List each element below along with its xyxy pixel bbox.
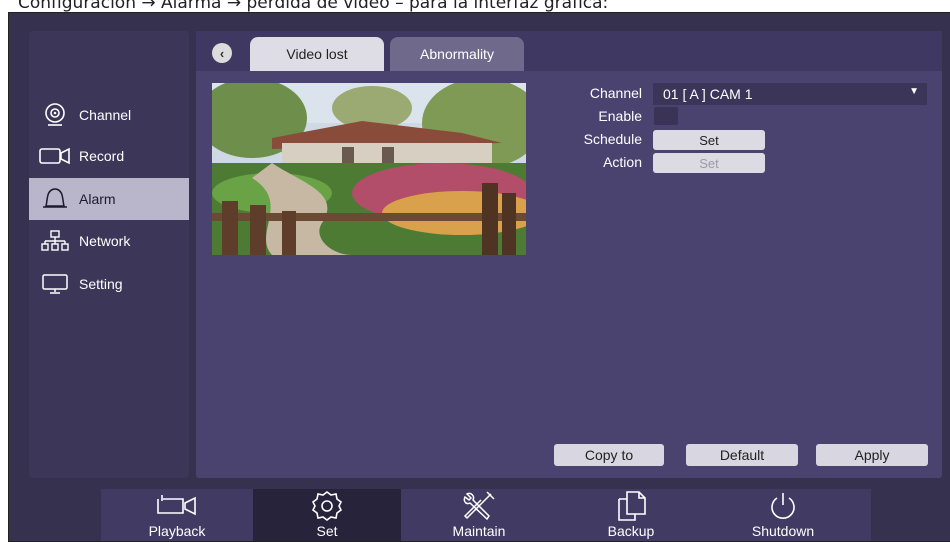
- bell-icon: [37, 186, 73, 212]
- dock-item-label: Backup: [607, 523, 655, 539]
- channel-select[interactable]: 01 [ A ] CAM 1 ▼: [653, 83, 927, 105]
- schedule-label: Schedule: [583, 131, 642, 147]
- sidebar-item-label: Record: [79, 148, 125, 164]
- gear-icon: [309, 489, 345, 523]
- sidebar-item-record[interactable]: Record: [29, 136, 189, 176]
- dock-item-shutdown[interactable]: Shutdown: [707, 489, 859, 541]
- camera-icon: [37, 102, 73, 128]
- dock-item-label: Playback: [148, 523, 206, 539]
- sidebar: Channel Record Alarm Network Setting: [29, 31, 189, 478]
- main-panel: ‹ Video lost Abnormality Channel 01 [A …: [196, 31, 942, 478]
- sidebar-item-network[interactable]: Network: [29, 221, 189, 261]
- network-icon: [37, 230, 73, 252]
- apply-button[interactable]: Apply: [816, 444, 928, 466]
- dock-item-label: Set: [316, 523, 338, 539]
- schedule-set-button[interactable]: Set: [653, 130, 765, 150]
- monitor-icon: [37, 273, 73, 295]
- tab-video-lost[interactable]: Video lost: [250, 37, 384, 71]
- dock-item-label: Maintain: [452, 523, 506, 539]
- camera-icon: [155, 489, 199, 523]
- dock-item-set[interactable]: Set: [253, 489, 401, 541]
- channel-select-value: 01 [ A ] CAM 1: [663, 86, 753, 102]
- copy-to-button[interactable]: Copy to: [554, 444, 664, 466]
- sidebar-item-setting[interactable]: Setting: [29, 264, 189, 304]
- dvr-window: Channel Record Alarm Network Setting ‹ V…: [8, 12, 950, 542]
- bottom-dock: Playback Set Maintain Backup Shutdown: [101, 489, 871, 541]
- tab-bar: ‹ Video lost Abnormality: [196, 31, 942, 71]
- tab-abnormality[interactable]: Abnormality: [390, 37, 524, 71]
- sidebar-item-alarm[interactable]: Alarm: [29, 178, 189, 220]
- record-icon: [37, 146, 73, 166]
- chevron-left-icon: ‹: [219, 45, 225, 61]
- sidebar-item-label: Channel: [79, 107, 132, 123]
- camera-preview: [212, 83, 526, 255]
- sidebar-item-channel[interactable]: Channel: [29, 95, 189, 135]
- enable-label: Enable: [598, 108, 642, 124]
- sidebar-item-label: Network: [79, 233, 131, 249]
- copy-icon: [615, 489, 647, 523]
- action-set-button[interactable]: Set: [653, 153, 765, 173]
- default-button[interactable]: Default: [686, 444, 798, 466]
- sidebar-item-label: Setting: [79, 276, 123, 292]
- power-icon: [767, 489, 799, 523]
- camera-preview-image: [212, 83, 526, 255]
- dock-item-playback[interactable]: Playback: [101, 489, 253, 541]
- tools-icon: [461, 489, 497, 523]
- back-button[interactable]: ‹: [212, 43, 232, 63]
- dock-item-backup[interactable]: Backup: [555, 489, 707, 541]
- dock-item-label: Shutdown: [751, 523, 815, 539]
- action-label: Action: [603, 154, 642, 170]
- dropdown-caret-icon: ▼: [909, 86, 919, 97]
- dock-item-maintain[interactable]: Maintain: [403, 489, 555, 541]
- channel-label: Channel: [589, 85, 642, 101]
- enable-checkbox[interactable]: [654, 107, 678, 125]
- sidebar-item-label: Alarm: [79, 191, 116, 207]
